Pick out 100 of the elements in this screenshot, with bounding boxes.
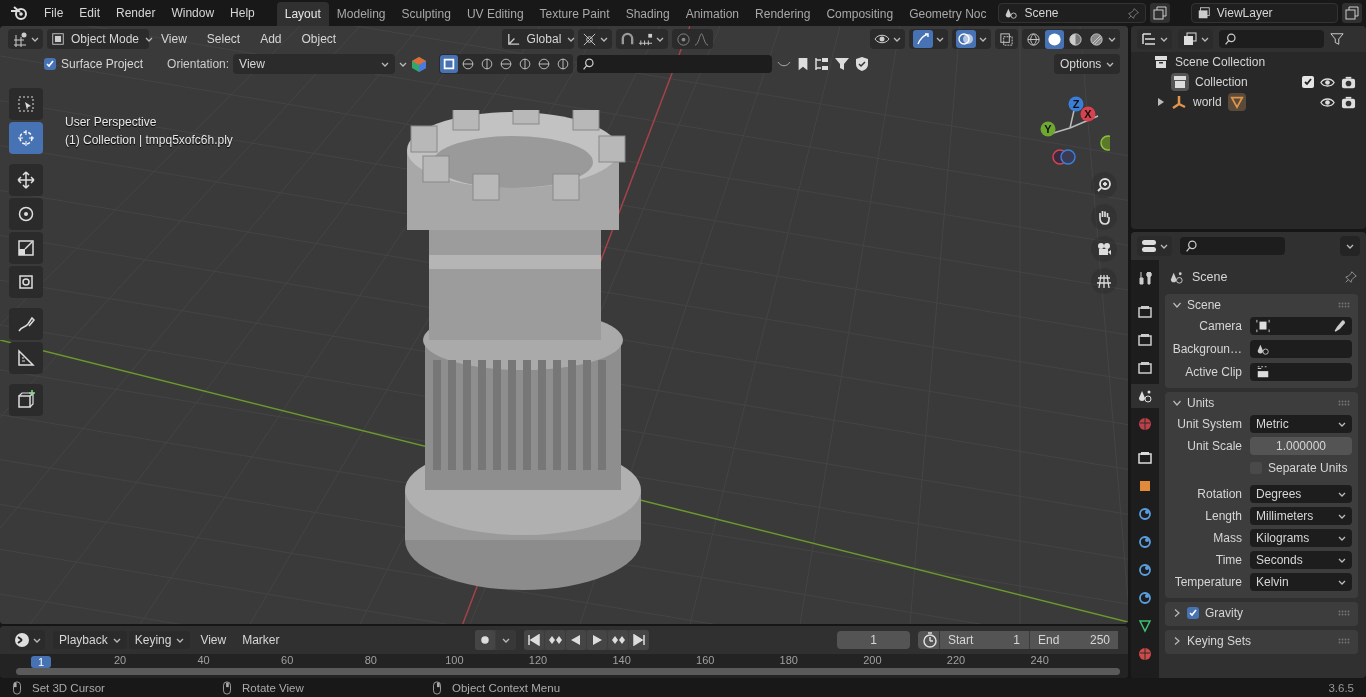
workspace-tab[interactable]: Geometry Noc xyxy=(901,2,995,26)
grid-icon[interactable] xyxy=(1091,268,1117,294)
next-keyframe-icon[interactable] xyxy=(608,630,629,650)
tree-item-label[interactable]: world xyxy=(1193,95,1222,109)
data-picker-field[interactable] xyxy=(1250,363,1352,381)
tool-button[interactable] xyxy=(9,308,43,340)
workspace-tab[interactable]: Modeling xyxy=(328,2,394,26)
workspace-tab[interactable]: Shading xyxy=(617,2,678,26)
workspace-tab[interactable]: Layout xyxy=(276,2,329,26)
dropdown[interactable]: Degrees xyxy=(1250,485,1352,503)
exclude-checkbox[interactable] xyxy=(1302,76,1314,88)
data-picker-field[interactable] xyxy=(1250,340,1352,358)
dropdown[interactable]: Millimeters xyxy=(1250,507,1352,525)
tool-button[interactable] xyxy=(9,266,43,298)
checkbox[interactable] xyxy=(1187,607,1199,619)
scene-selector[interactable]: Scene xyxy=(998,3,1146,23)
snap-target-icon[interactable] xyxy=(440,55,459,73)
number-field[interactable]: 1.000000 xyxy=(1250,437,1352,455)
previous-keyframe-icon[interactable] xyxy=(545,630,566,650)
app-logo-icon[interactable] xyxy=(10,5,28,21)
workspace-tab[interactable]: UV Editing xyxy=(458,2,532,26)
tree-item-label[interactable]: Scene Collection xyxy=(1175,55,1266,69)
tree-item-label[interactable]: Collection xyxy=(1195,75,1248,89)
menu-item[interactable]: View xyxy=(192,633,235,647)
menu-item[interactable]: Marker xyxy=(234,633,288,647)
drag-handle-icon[interactable] xyxy=(1338,400,1350,406)
hierarchy-icon[interactable] xyxy=(814,56,831,72)
panel-header[interactable]: Keying Sets xyxy=(1165,630,1358,652)
copy-icon[interactable] xyxy=(1149,3,1170,23)
dropdown[interactable]: Seconds xyxy=(1250,551,1352,569)
jump-start-icon[interactable] xyxy=(524,630,545,650)
color-cube-icon[interactable] xyxy=(411,56,428,72)
separate-units-checkbox[interactable]: Separate Units xyxy=(1250,461,1348,475)
workspace-tab[interactable]: Rendering xyxy=(747,2,819,26)
camera-icon[interactable] xyxy=(1341,94,1356,110)
menu-dropdown[interactable]: Keying xyxy=(128,631,191,649)
workspace-tab[interactable]: Sculpting xyxy=(393,2,459,26)
proportional-edit-button[interactable] xyxy=(671,29,713,49)
end-frame-field[interactable]: End 250 xyxy=(1029,631,1118,649)
properties-tab[interactable] xyxy=(1131,384,1159,408)
editor-type-button[interactable] xyxy=(10,630,45,650)
visibility-button[interactable] xyxy=(870,29,905,49)
record-button[interactable] xyxy=(475,630,496,650)
menu-item[interactable]: Render xyxy=(108,6,164,20)
dropdown[interactable]: Metric xyxy=(1250,415,1352,433)
display-mode-button[interactable] xyxy=(1137,29,1172,49)
editor-type-button[interactable] xyxy=(8,29,43,49)
filter-icon[interactable] xyxy=(834,56,851,72)
drag-handle-icon[interactable] xyxy=(1338,610,1350,616)
drag-handle-icon[interactable] xyxy=(1338,302,1350,308)
tool-button[interactable] xyxy=(9,232,43,264)
menu-item[interactable]: Select xyxy=(198,32,249,46)
surface-project-checkbox[interactable]: Surface Project xyxy=(44,57,144,71)
solid-shading-button[interactable] xyxy=(1045,29,1064,49)
expand-arrow-icon[interactable] xyxy=(1157,98,1165,106)
workspace-tab[interactable]: Compositing xyxy=(818,2,902,26)
hand-icon[interactable] xyxy=(1091,204,1117,230)
tool-button[interactable] xyxy=(9,164,43,196)
camera-icon[interactable] xyxy=(1091,236,1117,262)
menu-item[interactable]: View xyxy=(153,32,195,46)
current-frame-marker[interactable]: 1 xyxy=(31,656,52,668)
menu-item[interactable]: File xyxy=(36,6,72,20)
menu-item[interactable]: Window xyxy=(163,6,223,20)
menu-item[interactable]: Edit xyxy=(71,6,109,20)
filter-icon[interactable] xyxy=(1330,32,1344,46)
tool-button[interactable] xyxy=(9,384,43,416)
drag-handle-icon[interactable] xyxy=(1338,638,1350,644)
tool-button[interactable] xyxy=(9,198,43,230)
play-reverse-icon[interactable] xyxy=(566,630,587,650)
pin-icon[interactable] xyxy=(1344,270,1358,284)
dropdown[interactable]: Kelvin xyxy=(1250,573,1352,591)
pivot-button[interactable] xyxy=(577,29,612,49)
search-field[interactable] xyxy=(1180,237,1285,255)
scrollbar[interactable] xyxy=(16,668,1120,675)
orientation-dropdown[interactable]: Global xyxy=(501,29,574,49)
data-picker-field[interactable] xyxy=(1250,317,1352,335)
xray-button[interactable] xyxy=(995,29,1018,49)
menu-item[interactable]: Help xyxy=(222,6,263,20)
options-dropdown[interactable]: Options xyxy=(1054,54,1120,74)
jump-end-icon[interactable] xyxy=(629,630,650,650)
editor-type-button[interactable] xyxy=(1137,236,1172,256)
panel-header[interactable]: Units xyxy=(1165,392,1358,414)
tool-button[interactable] xyxy=(9,342,43,374)
gizmo-toggle-button[interactable] xyxy=(909,29,948,49)
search-field[interactable] xyxy=(1219,30,1324,48)
workspace-tab[interactable]: Texture Paint xyxy=(531,2,618,26)
workspace-tab[interactable]: Animation xyxy=(677,2,748,26)
orientation-dropdown[interactable]: View xyxy=(233,54,396,74)
overlays-button[interactable] xyxy=(952,29,991,49)
view-layer-selector[interactable]: ViewLayer xyxy=(1190,3,1338,23)
search-field[interactable] xyxy=(577,55,773,73)
menu-dropdown[interactable]: Playback xyxy=(53,631,127,649)
panel-header[interactable]: Gravity xyxy=(1165,602,1358,624)
camera-icon[interactable] xyxy=(1341,74,1356,90)
copy-icon[interactable] xyxy=(1342,3,1362,23)
current-frame-field[interactable]: 1 xyxy=(837,631,910,649)
panel-header[interactable]: Scene xyxy=(1165,294,1358,316)
checkbox[interactable] xyxy=(44,58,56,70)
play-icon[interactable] xyxy=(587,630,608,650)
stopwatch-icon[interactable] xyxy=(922,632,938,648)
